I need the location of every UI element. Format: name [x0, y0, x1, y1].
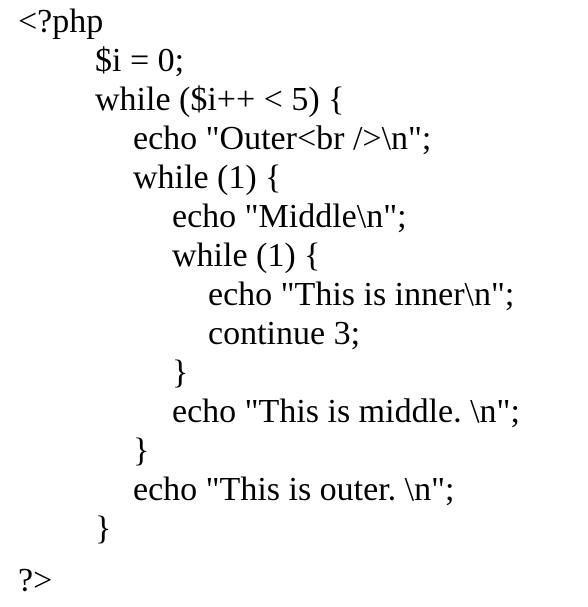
php-code-block: <?php $i = 0; while ($i++ < 5) { echo "O…	[0, 0, 588, 607]
code-line-middle-while: while (1) {	[133, 159, 282, 196]
code-line-middle-close: }	[133, 432, 150, 469]
code-line-echo-middle: echo "Middle\n";	[172, 198, 407, 235]
code-line-inner-while: while (1) {	[172, 237, 321, 274]
code-line-init-counter: $i = 0;	[95, 42, 185, 79]
code-line-php-close: ?>	[18, 562, 53, 599]
code-line-inner-close: }	[172, 354, 189, 391]
code-line-echo-middle-end: echo "This is middle. \n";	[172, 393, 520, 430]
code-line-php-open: <?php	[18, 3, 104, 40]
code-line-echo-inner: echo "This is inner\n";	[208, 276, 515, 313]
code-line-outer-close: }	[95, 510, 112, 547]
code-line-echo-outer: echo "Outer<br />\n";	[133, 120, 432, 157]
code-line-continue: continue 3;	[208, 315, 361, 352]
code-line-outer-while: while ($i++ < 5) {	[95, 81, 345, 118]
code-line-echo-outer-end: echo "This is outer. \n";	[133, 471, 455, 508]
